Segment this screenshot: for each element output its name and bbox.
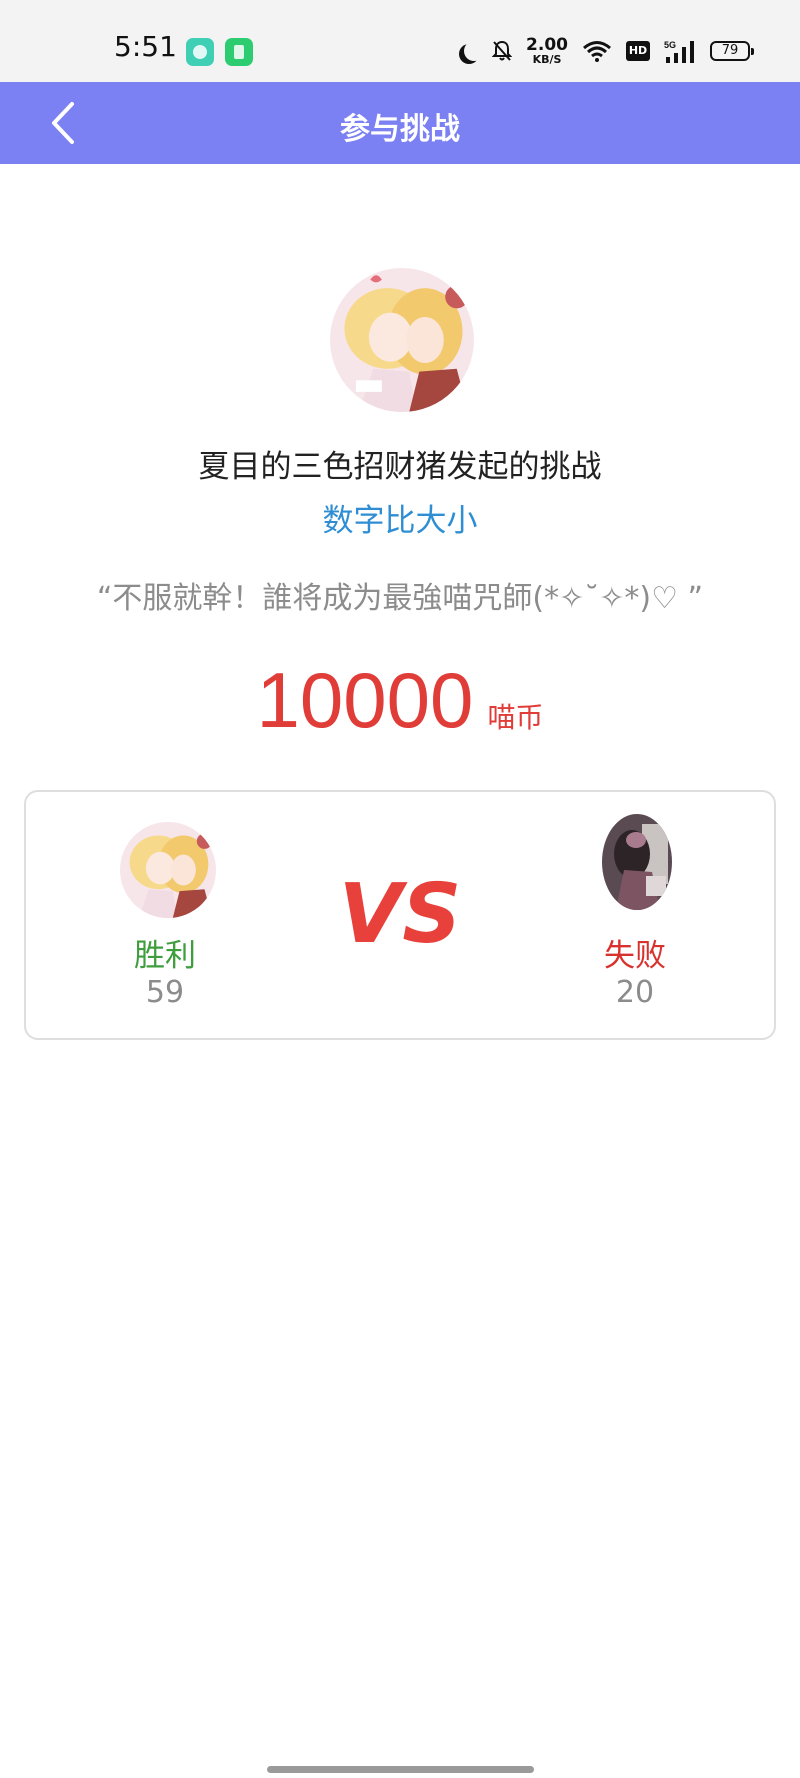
home-indicator[interactable] — [267, 1766, 534, 1773]
game-name: 数字比大小 — [322, 503, 478, 539]
stake: 10000 喵币 — [0, 655, 800, 746]
hd-badge: HD — [626, 41, 650, 61]
battery-icon: 79 — [710, 41, 754, 61]
moon-icon — [464, 41, 484, 61]
wifi-icon — [582, 40, 612, 62]
win-label: 胜利 — [134, 938, 196, 974]
vs-logo: VS — [340, 867, 460, 958]
network-type: 5G — [664, 40, 676, 50]
net-speed: 2.00 KB/S — [526, 35, 568, 66]
net-speed-unit: KB/S — [532, 53, 562, 66]
stake-unit: 喵币 — [487, 701, 544, 734]
vs-text: VS — [340, 867, 460, 958]
page-title: 参与挑战 — [340, 112, 460, 147]
challenge-quote: “不服就幹！誰将成为最強喵咒師(*✧˘✧*)♡ ” — [96, 581, 704, 616]
status-time: 5:51 — [114, 30, 177, 63]
bell-muted-icon — [492, 40, 513, 62]
net-speed-value: 2.00 — [526, 35, 568, 55]
signal-icon: 5G — [664, 39, 696, 63]
challenger-avatar — [330, 268, 474, 412]
challenger-avatar-small — [120, 822, 216, 918]
transfer-app-icon — [225, 38, 253, 66]
app-header: 参与挑战 — [0, 82, 800, 164]
opponent-avatar — [602, 814, 672, 910]
lose-label: 失败 — [604, 938, 666, 974]
lose-count: 20 — [615, 975, 655, 1010]
chat-app-icon — [186, 38, 214, 66]
challenge-title: 夏目的三色招财猪发起的挑战 — [198, 449, 602, 485]
status-icons: 2.00 KB/S HD 5G 79 — [458, 34, 754, 68]
stake-amount: 10000 — [256, 656, 474, 744]
win-count: 59 — [145, 975, 185, 1010]
status-bar: 5:51 2.00 KB/S HD 5G 79 — [0, 0, 800, 82]
